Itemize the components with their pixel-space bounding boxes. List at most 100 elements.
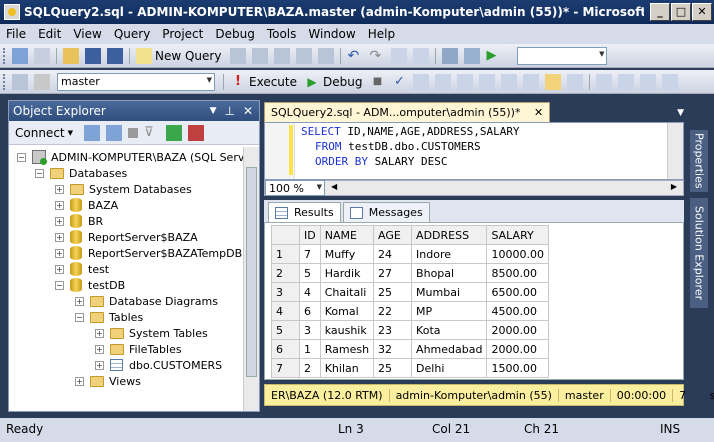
start-icon[interactable]: ▶ [486,48,502,64]
menu-edit[interactable]: Edit [32,27,67,41]
cell[interactable]: 32 [373,339,413,359]
col-header-id[interactable]: ID [299,225,321,245]
cell[interactable]: Hardik [319,263,375,283]
pin-icon[interactable]: ⊥ [224,104,234,118]
cell[interactable]: 2000.00 [486,339,550,359]
col-header-age[interactable]: AGE [373,225,413,245]
dropdown-icon[interactable]: ▼ [210,106,217,116]
connect-button[interactable]: Connect [15,126,65,140]
menu-window[interactable]: Window [302,27,361,41]
row-number[interactable]: 7 [271,358,300,378]
cell[interactable]: 25 [373,282,413,302]
new-query-button[interactable]: New Query [155,49,221,63]
tab-properties[interactable]: Properties [690,130,708,192]
execute-icon[interactable]: ! [230,74,246,90]
menu-debug[interactable]: Debug [209,27,260,41]
cell[interactable]: Khilan [319,358,375,378]
save-all-icon[interactable] [107,47,123,64]
new-query-icon[interactable] [136,47,152,64]
refresh-icon[interactable] [166,124,183,141]
row-number[interactable]: 1 [271,244,300,264]
cell[interactable]: 2 [299,358,321,378]
change-connection-icon[interactable] [34,73,50,90]
cell[interactable]: Komal [319,301,375,321]
row-number[interactable]: 6 [271,339,300,359]
menu-file[interactable]: File [0,27,32,41]
menu-tools[interactable]: Tools [261,27,303,41]
analysis-query-icon[interactable] [252,47,269,64]
cell[interactable]: 1 [299,339,321,359]
corner-cell[interactable] [271,225,300,245]
cell[interactable]: Delhi [411,358,488,378]
include-plan-icon[interactable] [479,73,496,90]
intellisense-icon[interactable] [457,73,474,90]
row-number[interactable]: 3 [271,282,300,302]
client-stats-icon[interactable] [501,73,518,90]
cell[interactable]: 25 [373,358,413,378]
db-engine-query-icon[interactable] [230,47,247,64]
cancel-query-icon[interactable]: ■ [369,74,385,90]
cell[interactable]: Indore [411,244,488,264]
toolbar-grip[interactable] [3,47,6,64]
tree-node-databases[interactable]: − Databases [35,165,127,181]
tab-sqlquery2[interactable]: SQLQuery2.sql - ADM...omputer\admin (55)… [264,102,551,122]
debug-icon[interactable]: ▶ [304,74,320,90]
row-number[interactable]: 2 [271,263,300,283]
col-header-address[interactable]: ADDRESS [411,225,488,245]
cell[interactable]: 10000.00 [486,244,550,264]
toolbar-grip[interactable] [3,73,6,90]
tree-node-filetables[interactable]: + FileTables [95,341,182,357]
navigate-back-icon[interactable] [391,47,408,64]
tree-node-testdb[interactable]: − testDB [55,277,125,293]
menu-help[interactable]: Help [362,27,401,41]
increase-indent-icon[interactable] [662,73,679,90]
close-panel-icon[interactable]: ✕ [243,104,253,118]
tree-node-baza[interactable]: + BAZA [55,197,118,213]
tree-node-system-databases[interactable]: + System Databases [55,181,192,197]
redo-icon[interactable]: ↷ [369,48,385,64]
results-to-grid-icon[interactable] [545,73,562,90]
cell[interactable]: Mumbai [411,282,488,302]
cell[interactable]: Bhopal [411,263,488,283]
comment-icon[interactable] [596,73,613,90]
sql-editor[interactable]: SELECT ID,NAME,AGE,ADDRESS,SALARY FROM t… [264,122,684,180]
row-number[interactable]: 5 [271,320,300,340]
tab-results[interactable]: Results [268,202,341,222]
cell[interactable]: 23 [373,320,413,340]
tree-node-tables[interactable]: − Tables [75,309,143,325]
xmla-query-icon[interactable] [296,47,313,64]
cell[interactable]: 6500.00 [486,282,550,302]
cell[interactable]: kaushik [319,320,375,340]
cell[interactable]: 27 [373,263,413,283]
cell[interactable]: 4 [299,282,321,302]
open-file-icon[interactable] [63,47,79,64]
uncomment-icon[interactable] [618,73,635,90]
cell[interactable]: 6 [299,301,321,321]
connect-object-icon[interactable] [84,124,101,141]
cell[interactable]: 2000.00 [486,320,550,340]
database-select[interactable]: master [57,72,215,91]
editor-hscroll[interactable]: 100 % ◀ ▶ [264,180,684,196]
add-item-icon[interactable] [34,47,50,64]
results-to-text-icon[interactable] [523,73,540,90]
cell[interactable]: Chaitali [319,282,375,302]
menu-view[interactable]: View [67,27,107,41]
query-designer-icon[interactable] [435,73,452,90]
cell[interactable]: 7 [299,244,321,264]
cell[interactable]: 4500.00 [486,301,550,321]
cell[interactable]: Kota [411,320,488,340]
tree-node-reportserver-tempdb[interactable]: + ReportServer$BAZATempDB [55,245,242,261]
solution-platform-select[interactable] [517,46,608,65]
object-explorer-scrollbar[interactable] [243,147,259,411]
cell[interactable]: Ramesh [319,339,375,359]
tree-node-reportserver[interactable]: + ReportServer$BAZA [55,229,198,245]
dmx-query-icon[interactable] [318,47,335,64]
tree-node-br[interactable]: + BR [55,213,103,229]
filter-icon[interactable]: ⊽ [144,125,160,141]
mdx-query-icon[interactable] [274,47,291,64]
col-header-salary[interactable]: SALARY [486,225,550,245]
connect-icon[interactable] [12,73,28,90]
solution-config-icon[interactable] [464,47,481,64]
display-plan-icon[interactable] [413,73,430,90]
menu-query[interactable]: Query [108,27,156,41]
